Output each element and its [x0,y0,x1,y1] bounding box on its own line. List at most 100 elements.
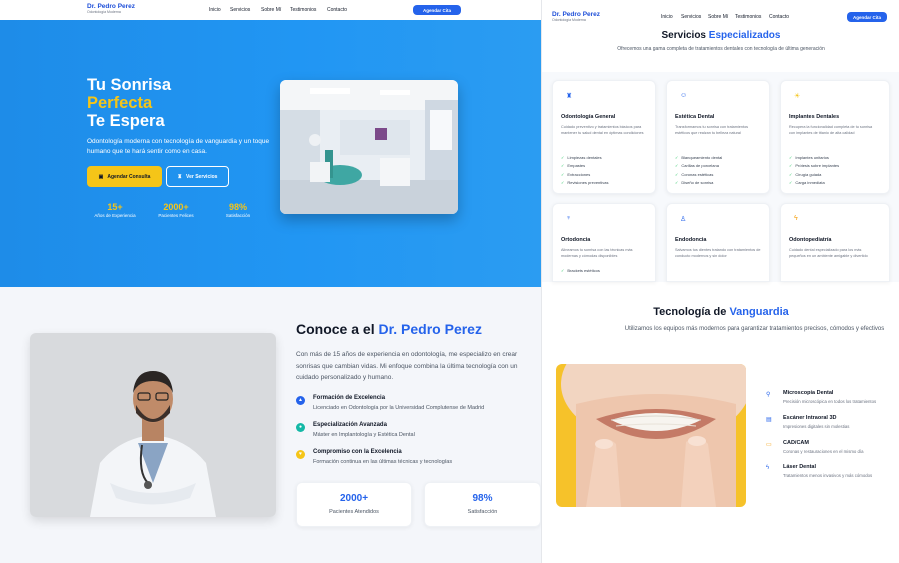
hero-secondary-button[interactable]: ♜ Ver Servicios [166,166,229,187]
nav-link-servicios[interactable]: Servicios [230,7,250,13]
tech-item-desc: Impresiones digitales sin molestias [783,424,850,429]
service-feature: ✓ Blanqueamiento dental [675,153,722,162]
left-navbar: Dr. Pedro Perez Odontología Moderna Inic… [0,0,541,20]
service-card[interactable]: ♙ Endodoncia Salvamos tus dientes tratan… [666,203,770,282]
tech-title: Tecnología de Vanguardia [542,306,899,318]
tech-item-title: CAD/CAM [783,440,809,446]
nav-link-contacto[interactable]: Contacto [327,7,347,13]
check-icon: ✓ [561,171,565,177]
hero-subtitle: Odontología moderna con tecnología de va… [87,138,270,155]
about-item-desc: Formación continua en las últimas técnic… [313,459,453,465]
service-card[interactable]: ♜ Odontología General Cuidado preventivo… [552,80,656,194]
check-icon: ✓ [675,163,679,169]
service-feature-label: Carillas de porcelana [681,163,719,169]
hero-title-line-3: Te Espera [87,112,165,130]
service-card[interactable]: ☺ Estética Dental Transformamos tu sonri… [666,80,770,194]
nav-link-servicios[interactable]: Servicios [681,14,701,20]
service-feature-label: Limpiezas dentales [567,154,602,160]
about-item-desc: Licenciado en Odontología por la Univers… [313,405,485,411]
nav-link-inicio[interactable]: Inicio [209,7,221,13]
hero-stat: 15+ Años de Experiencia [87,202,143,218]
monitor-icon: ▭ [766,442,772,448]
services-title-prefix: Servicios [661,30,709,41]
service-feature-label: Extracciones [567,171,591,177]
about-stat-card: 98% Satisfacción [424,482,541,527]
nav-cta-button[interactable]: Agendar Cita [413,5,461,15]
left-logo[interactable]: Dr. Pedro Perez Odontología Moderna [87,3,135,14]
hero-stat: 2000+ Pacientes Felices [148,202,204,218]
service-card-title: Implantes Dentales [789,114,840,120]
service-feature: ✓ Empastes [561,162,609,171]
check-icon: ✓ [561,163,565,169]
service-feature-label: Blanqueamiento dental [681,154,723,160]
hero-primary-button[interactable]: ▣ Agendar Consulta [87,166,162,187]
about-section: Conoce a el Dr. Pedro Perez Con más de 1… [0,287,541,563]
right-logo[interactable]: Dr. Pedro Perez Odontología Moderna [552,11,600,22]
service-card-title: Odontopediatría [789,237,832,243]
tech-title-prefix: Tecnología de [653,306,730,318]
about-intro: Con más de 15 años de experiencia en odo… [296,351,518,381]
service-card[interactable]: ♆ Ortodoncia Alineamos tu sonrisa con la… [552,203,656,282]
check-icon: ✓ [675,171,679,177]
service-card-title: Estética Dental [675,114,715,120]
service-feature: ✓ Implantes unitarios [789,153,839,162]
check-icon: ✓ [561,154,565,160]
nav-link-inicio[interactable]: Inicio [661,14,673,20]
tech-item-desc: Tratamientos menos invasivos y más cómod… [783,473,873,478]
service-card-desc: Transformamos tu sonrisa con tratamiento… [675,125,749,135]
about-stat-label: Satisfacción [467,509,498,515]
calendar-icon: ▣ [98,173,104,180]
hero-secondary-button-label: Ver Servicios [186,173,218,180]
services-title-highlight: Especializados [708,30,781,41]
nav-link-sobre-mi[interactable]: Sobre Mí [708,14,728,20]
microscope-icon: ⚲ [766,392,771,398]
nav-link-testimonios[interactable]: Testimonios [290,7,316,13]
logo-title: Dr. Pedro Perez [552,11,601,18]
nav-link-contacto[interactable]: Contacto [769,14,789,20]
tech-title-highlight: Vanguardia [729,306,789,318]
service-card-title: Endodoncia [675,237,707,243]
about-item-title: Formación de Excelencia [313,395,386,401]
hero-stat: 98% Satisfacción [210,202,266,218]
right-page: Dr. Pedro Perez Odontología Moderna Inic… [541,0,899,563]
about-title-prefix: Conoce a el [296,321,379,337]
service-feature: ✓ Extracciones [561,170,609,179]
nav-link-sobre-mi[interactable]: Sobre Mí [261,7,281,13]
user-icon: ♙ [680,216,687,223]
medal-icon: ● [296,423,305,432]
service-feature: ✓ Coronas estéticas [675,170,722,179]
service-feature: ✓ Carillas de porcelana [675,162,722,171]
check-icon: ✓ [789,154,793,160]
logo-subtitle: Odontología Moderna [552,18,586,22]
service-card-title: Ortodoncia [561,237,591,243]
service-feature-label: Coronas estéticas [681,171,714,177]
nav-cta-button[interactable]: Agendar Cita [847,12,887,22]
tech-subtitle: Utilizamos los equipos más modernos para… [624,326,885,332]
about-item-title: Compromiso con la Excelencia [313,449,402,455]
nav-link-testimonios[interactable]: Testimonios [735,14,761,20]
scanner-icon: ▤ [766,417,772,423]
service-feature-label: Diseño de sonrisa [681,180,714,186]
services-title: Servicios Especializados [542,30,899,41]
hero-title: Tu Sonrisa Perfecta Te Espera [87,76,171,130]
hero-stat-label: Satisfacción [225,213,251,218]
tech-item-desc: Precisión microscópica en todos los trat… [783,399,877,404]
tooth-icon: ♜ [177,173,183,180]
logo-subtitle: Odontología Moderna [87,10,121,14]
service-feature: ✓ Prótesis sobre implantes [789,162,839,171]
heart-icon: ♥ [296,450,305,459]
service-feature: ✓ Diseño de sonrisa [675,179,722,188]
service-feature: ✓ Limpiezas dentales [561,153,609,162]
about-title-name: Dr. Pedro Perez [378,321,482,337]
service-card-features: ✓ Implantes unitarios ✓ Prótesis sobre imp… [789,153,839,187]
hero-title-line-2: Perfecta [87,94,153,112]
about-title: Conoce a el Dr. Pedro Perez [296,321,482,337]
service-card[interactable]: ☀ Implantes Dentales Recupera la funcion… [780,80,890,194]
service-card-desc: Cuidado preventivo y tratamientos básico… [561,125,644,135]
service-card[interactable]: ϟ Odontopediatría Cuidado dental especia… [780,203,890,282]
tech-item-title: Láser Dental [783,464,817,470]
service-card-desc: Alineamos tu sonrisa con las técnicas má… [561,248,633,258]
service-card-features: ✓ Blanqueamiento dental ✓ Carillas de porc… [675,153,722,187]
tech-item-desc: Coronas y restauraciones en el mismo día [783,449,864,454]
sun-icon: ☀ [794,93,801,100]
